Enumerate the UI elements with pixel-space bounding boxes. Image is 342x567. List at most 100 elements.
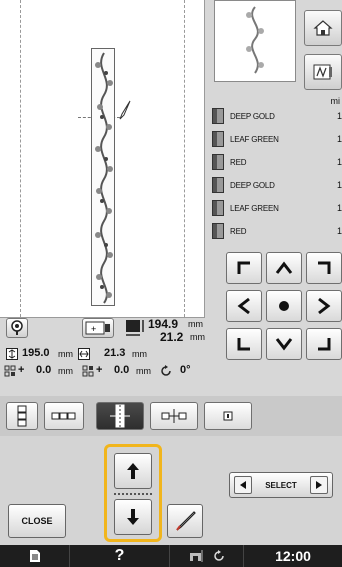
document-button[interactable] [0, 545, 70, 567]
thread-name: RED [230, 226, 247, 236]
sync-icon [213, 550, 224, 561]
vertical-offset-icon [82, 365, 94, 377]
offset-x-prefix: + [18, 364, 25, 376]
triangle-left-icon [240, 481, 246, 489]
move-down-right-button[interactable] [306, 328, 342, 360]
move-down-button[interactable] [266, 328, 302, 360]
layout-center-vertical-button[interactable] [96, 402, 144, 430]
chevron-up-icon [275, 261, 293, 274]
select-next-button[interactable] [310, 476, 328, 494]
home-icon [313, 20, 333, 36]
size-width-unit: mm [190, 332, 205, 342]
chevron-left-icon [237, 297, 250, 315]
pattern-thumbnail [214, 0, 296, 82]
thread-spool-icon [212, 108, 224, 124]
size-height-value: 194.9 [148, 317, 179, 331]
offset-y-prefix: + [96, 364, 103, 376]
thread-spool-icon [212, 177, 224, 193]
thread-count: 1 [336, 111, 342, 121]
move-down-left-button[interactable] [226, 328, 262, 360]
pattern-height-value: 195.0 [22, 347, 50, 359]
move-left-button[interactable] [226, 290, 262, 322]
clock-area: 12:00 [244, 545, 342, 567]
offset-x-unit: mm [58, 366, 73, 376]
move-up-order-button[interactable] [114, 453, 152, 489]
needle-button[interactable] [167, 504, 203, 538]
layout-horizontal-button[interactable] [44, 402, 84, 430]
move-up-button[interactable] [266, 252, 302, 284]
offset-x-value: 0.0 [36, 364, 52, 376]
move-down-order-button[interactable] [114, 499, 152, 535]
layout-options-row [0, 396, 342, 436]
layout-center-horizontal-button[interactable] [150, 402, 198, 430]
pattern-width-value: 21.3 [104, 347, 126, 359]
center-dot-icon [279, 301, 289, 311]
list-item[interactable]: DEEP GOLD 1 [212, 175, 342, 195]
move-center-button[interactable] [266, 290, 302, 322]
move-right-button[interactable] [306, 290, 342, 322]
thread-count: 1 [336, 180, 342, 190]
rotate-icon [161, 365, 171, 376]
list-item[interactable]: DEEP GOLD 1 [212, 106, 342, 126]
layout-vertical-button[interactable] [6, 402, 38, 430]
select-prev-button[interactable] [234, 476, 252, 494]
thread-count: 1 [336, 226, 342, 236]
list-item[interactable]: LEAF GREEN 1 [212, 129, 342, 149]
horizontal-blocks-icon [51, 412, 76, 420]
corner-down-right-icon [318, 338, 331, 351]
thread-spool-icon [212, 200, 224, 216]
thread-spool-icon [212, 223, 224, 239]
vertical-blocks-icon [17, 405, 27, 427]
help-button[interactable]: ? [70, 545, 170, 567]
arrow-up-icon [127, 463, 139, 479]
list-item[interactable]: RED 1 [212, 152, 342, 172]
list-item[interactable]: LEAF GREEN 1 [212, 198, 342, 218]
thread-name: RED [230, 157, 247, 167]
thread-name: DEEP GOLD [230, 180, 275, 190]
sewing-machine-icon [189, 550, 202, 562]
thread-name: LEAF GREEN [230, 203, 279, 213]
corner-down-left-icon [237, 338, 250, 351]
order-arrows-highlight [104, 444, 162, 542]
thread-count: 1 [336, 203, 342, 213]
pin-icon [11, 320, 23, 335]
rotation-value: 0° [180, 364, 191, 376]
magnify-button[interactable] [6, 318, 28, 338]
embroidery-preview [0, 0, 205, 318]
move-up-right-button[interactable] [306, 252, 342, 284]
pattern-size-icon [126, 320, 144, 336]
home-button[interactable] [304, 10, 342, 46]
size-width-value: 21.2 [160, 330, 184, 344]
select-control: SELECT [229, 472, 333, 498]
guide-line-left [20, 0, 21, 317]
frame-view-button[interactable]: + [82, 318, 114, 338]
arrow-down-icon [127, 509, 139, 525]
corner-up-left-icon [237, 261, 250, 274]
move-up-left-button[interactable] [226, 252, 262, 284]
clock: 12:00 [275, 548, 311, 564]
center-vertical-icon [110, 404, 130, 428]
thread-spool-icon [212, 154, 224, 170]
machine-status [170, 545, 244, 567]
thread-name: DEEP GOLD [230, 111, 275, 121]
triangle-right-icon [316, 481, 322, 489]
close-button[interactable]: CLOSE [8, 504, 66, 538]
pattern-height-unit: mm [58, 349, 73, 359]
horizontal-offset-icon [4, 365, 16, 377]
list-item[interactable]: RED 1 [212, 221, 342, 241]
lower-controls: SELECT CLOSE [0, 436, 342, 545]
layout-single-button[interactable] [204, 402, 252, 430]
chevron-right-icon [318, 297, 331, 315]
thread-spool-icon [212, 131, 224, 147]
document-icon [29, 550, 40, 562]
thread-count: 1 [336, 134, 342, 144]
design-pattern[interactable] [91, 48, 115, 306]
center-horizontal-icon [161, 409, 187, 423]
offset-y-value: 0.0 [114, 364, 130, 376]
thread-color-list: mi DEEP GOLD 1 LEAF GREEN 1 RED 1 DEEP G… [206, 96, 342, 246]
min-column-label: mi [330, 96, 341, 106]
offset-y-unit: mm [136, 366, 151, 376]
thread-spool-icon [313, 64, 332, 80]
needle-icon [176, 511, 196, 531]
thread-display-button[interactable] [304, 54, 342, 90]
